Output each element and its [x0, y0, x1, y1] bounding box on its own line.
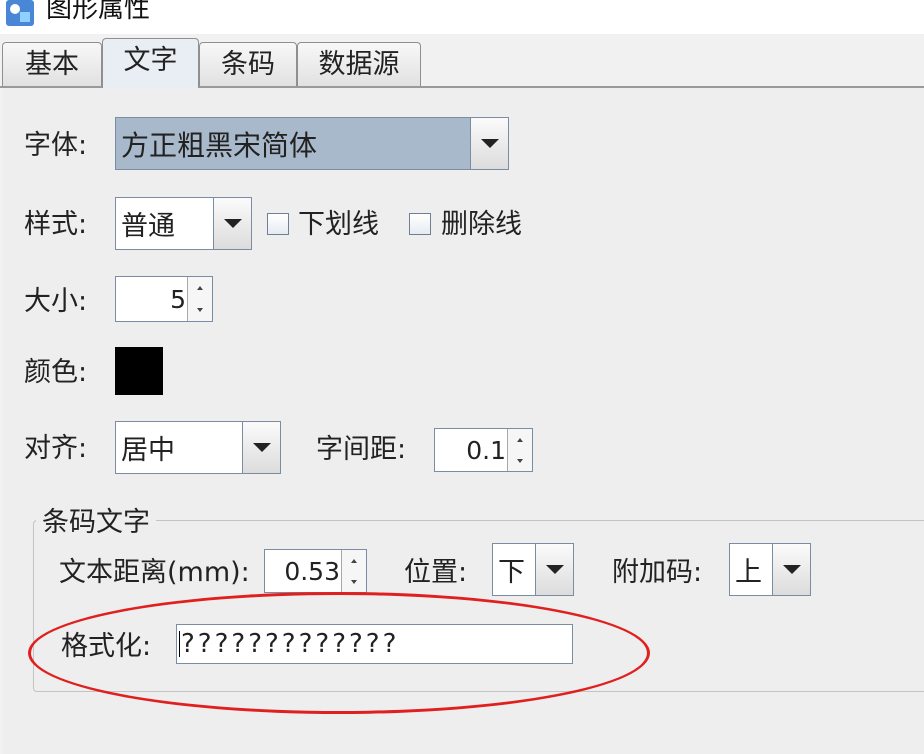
strikethrough-label: 删除线	[441, 209, 522, 240]
spin-up-icon	[517, 437, 523, 442]
text-distance-value: 0.53	[284, 556, 340, 586]
chevron-down-icon	[782, 565, 801, 574]
spacing-spinner-buttons	[507, 429, 532, 471]
tab-strip: 基本 文字 条码 数据源	[0, 34, 924, 88]
app-icon	[6, 0, 34, 26]
barcode-text-group-title: 条码文字	[36, 506, 156, 540]
window-title: 图形属性	[46, 0, 151, 24]
chevron-down-icon	[223, 219, 242, 228]
tab-barcode[interactable]: 条码	[199, 42, 297, 86]
size-spinner[interactable]: 5	[115, 276, 213, 322]
align-combo[interactable]: 居中	[115, 421, 281, 474]
spacing-label: 字间距:	[316, 434, 407, 465]
chevron-down-icon	[545, 565, 564, 574]
font-value: 方正粗黑宋简体	[121, 128, 318, 162]
spin-down-icon	[517, 458, 523, 463]
strikethrough-checkbox[interactable]	[409, 213, 431, 235]
text-distance-decrement-button[interactable]	[342, 571, 366, 592]
size-spinner-buttons	[187, 277, 212, 321]
underline-checkbox[interactable]	[267, 213, 289, 235]
position-combo[interactable]: 下	[492, 543, 574, 596]
spacing-value: 0.1	[466, 435, 506, 465]
spin-up-icon	[197, 286, 203, 290]
text-distance-spinner-buttons	[341, 550, 366, 592]
text-caret	[179, 631, 180, 657]
align-label: 对齐:	[24, 433, 88, 464]
position-label: 位置:	[404, 557, 468, 588]
underline-label: 下划线	[298, 209, 379, 240]
spin-down-icon	[351, 579, 357, 584]
color-swatch[interactable]	[115, 347, 163, 395]
align-dropdown-button[interactable]	[242, 422, 280, 473]
style-value: 普通	[121, 211, 175, 242]
size-decrement-button[interactable]	[188, 299, 212, 321]
addon-dropdown-button[interactable]	[772, 544, 810, 595]
tab-basic[interactable]: 基本	[2, 42, 102, 86]
style-dropdown-button[interactable]	[213, 198, 251, 249]
size-value: 5	[170, 284, 186, 314]
chevron-down-icon	[480, 139, 499, 148]
font-dropdown-button[interactable]	[470, 118, 508, 169]
align-value: 居中	[121, 435, 175, 466]
size-label: 大小:	[24, 286, 88, 317]
addon-label: 附加码:	[612, 557, 703, 588]
chevron-down-icon	[252, 443, 271, 452]
text-distance-increment-button[interactable]	[342, 550, 366, 572]
font-label: 字体:	[24, 130, 88, 161]
text-distance-label: 文本距离(mm):	[59, 557, 250, 588]
spin-down-icon	[197, 308, 203, 312]
format-value: ?????????????	[181, 629, 400, 659]
font-combo[interactable]: 方正粗黑宋简体	[115, 117, 509, 170]
spacing-decrement-button[interactable]	[508, 450, 532, 471]
spacing-increment-button[interactable]	[508, 429, 532, 451]
position-value: 下	[498, 557, 525, 588]
spin-up-icon	[351, 558, 357, 563]
spacing-spinner[interactable]: 0.1	[434, 428, 533, 472]
tab-data-source[interactable]: 数据源	[297, 42, 421, 86]
color-label: 颜色:	[24, 357, 88, 388]
style-label: 样式:	[24, 209, 88, 240]
text-distance-spinner[interactable]: 0.53	[264, 549, 367, 593]
position-dropdown-button[interactable]	[535, 544, 573, 595]
addon-combo[interactable]: 上	[729, 543, 811, 596]
size-increment-button[interactable]	[188, 277, 212, 300]
style-combo[interactable]: 普通	[115, 197, 252, 250]
addon-value: 上	[735, 557, 762, 588]
title-bar: 图形属性	[0, 0, 924, 34]
tab-text[interactable]: 文字	[102, 38, 199, 88]
format-input[interactable]: ?????????????	[176, 624, 573, 664]
format-label: 格式化:	[61, 631, 152, 662]
